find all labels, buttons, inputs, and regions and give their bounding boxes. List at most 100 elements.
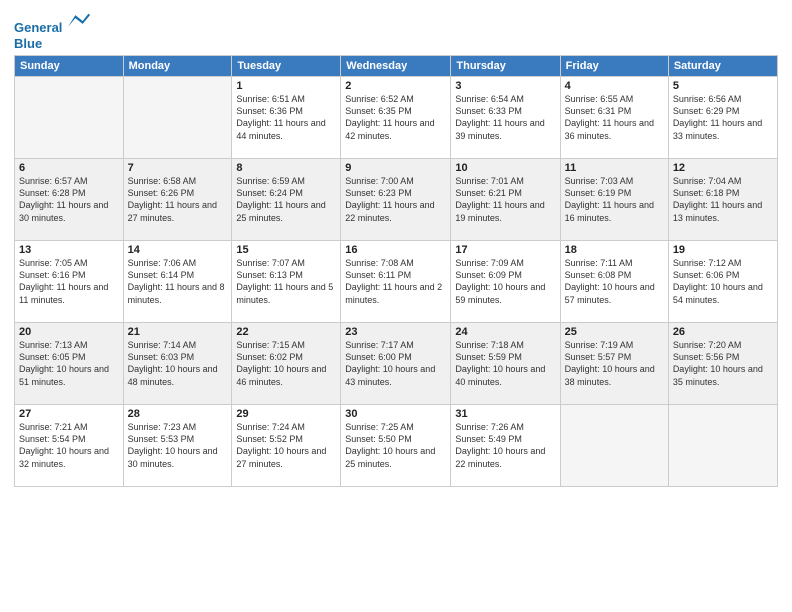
day-number: 31	[455, 408, 555, 420]
calendar-day-cell: 28Sunrise: 7:23 AMSunset: 5:53 PMDayligh…	[123, 405, 232, 487]
calendar-day-cell: 7Sunrise: 6:58 AMSunset: 6:26 PMDaylight…	[123, 159, 232, 241]
day-info: Sunrise: 7:14 AMSunset: 6:03 PMDaylight:…	[128, 339, 228, 388]
day-info: Sunrise: 7:13 AMSunset: 6:05 PMDaylight:…	[19, 339, 119, 388]
calendar-day-cell: 19Sunrise: 7:12 AMSunset: 6:06 PMDayligh…	[668, 241, 777, 323]
day-number: 23	[345, 326, 446, 338]
day-number: 8	[236, 162, 336, 174]
day-info: Sunrise: 6:58 AMSunset: 6:26 PMDaylight:…	[128, 175, 228, 224]
calendar-day-cell: 6Sunrise: 6:57 AMSunset: 6:28 PMDaylight…	[15, 159, 124, 241]
day-number: 27	[19, 408, 119, 420]
logo: General Blue	[14, 10, 90, 51]
calendar-day-cell: 27Sunrise: 7:21 AMSunset: 5:54 PMDayligh…	[15, 405, 124, 487]
day-number: 5	[673, 80, 773, 92]
day-info: Sunrise: 7:11 AMSunset: 6:08 PMDaylight:…	[565, 257, 664, 306]
weekday-header: Saturday	[668, 56, 777, 77]
calendar-day-cell: 8Sunrise: 6:59 AMSunset: 6:24 PMDaylight…	[232, 159, 341, 241]
day-number: 1	[236, 80, 336, 92]
weekday-header: Sunday	[15, 56, 124, 77]
day-info: Sunrise: 7:24 AMSunset: 5:52 PMDaylight:…	[236, 421, 336, 470]
calendar-day-cell	[123, 77, 232, 159]
calendar-week-row: 6Sunrise: 6:57 AMSunset: 6:28 PMDaylight…	[15, 159, 778, 241]
calendar-day-cell: 17Sunrise: 7:09 AMSunset: 6:09 PMDayligh…	[451, 241, 560, 323]
weekday-header: Thursday	[451, 56, 560, 77]
day-number: 26	[673, 326, 773, 338]
day-number: 15	[236, 244, 336, 256]
calendar-day-cell: 25Sunrise: 7:19 AMSunset: 5:57 PMDayligh…	[560, 323, 668, 405]
weekday-header: Tuesday	[232, 56, 341, 77]
calendar-week-row: 20Sunrise: 7:13 AMSunset: 6:05 PMDayligh…	[15, 323, 778, 405]
calendar-week-row: 1Sunrise: 6:51 AMSunset: 6:36 PMDaylight…	[15, 77, 778, 159]
day-info: Sunrise: 6:54 AMSunset: 6:33 PMDaylight:…	[455, 93, 555, 142]
calendar-day-cell: 10Sunrise: 7:01 AMSunset: 6:21 PMDayligh…	[451, 159, 560, 241]
logo-blue: Blue	[14, 36, 90, 52]
calendar-day-cell: 29Sunrise: 7:24 AMSunset: 5:52 PMDayligh…	[232, 405, 341, 487]
day-info: Sunrise: 7:04 AMSunset: 6:18 PMDaylight:…	[673, 175, 773, 224]
day-number: 4	[565, 80, 664, 92]
day-number: 6	[19, 162, 119, 174]
calendar-day-cell: 18Sunrise: 7:11 AMSunset: 6:08 PMDayligh…	[560, 241, 668, 323]
calendar-day-cell: 21Sunrise: 7:14 AMSunset: 6:03 PMDayligh…	[123, 323, 232, 405]
header: General Blue	[14, 10, 778, 51]
calendar-day-cell: 20Sunrise: 7:13 AMSunset: 6:05 PMDayligh…	[15, 323, 124, 405]
day-info: Sunrise: 7:18 AMSunset: 5:59 PMDaylight:…	[455, 339, 555, 388]
day-info: Sunrise: 6:55 AMSunset: 6:31 PMDaylight:…	[565, 93, 664, 142]
day-number: 28	[128, 408, 228, 420]
weekday-header: Friday	[560, 56, 668, 77]
calendar-day-cell: 2Sunrise: 6:52 AMSunset: 6:35 PMDaylight…	[341, 77, 451, 159]
calendar-day-cell: 16Sunrise: 7:08 AMSunset: 6:11 PMDayligh…	[341, 241, 451, 323]
calendar-day-cell: 31Sunrise: 7:26 AMSunset: 5:49 PMDayligh…	[451, 405, 560, 487]
calendar-day-cell: 4Sunrise: 6:55 AMSunset: 6:31 PMDaylight…	[560, 77, 668, 159]
day-info: Sunrise: 6:51 AMSunset: 6:36 PMDaylight:…	[236, 93, 336, 142]
day-number: 2	[345, 80, 446, 92]
day-number: 16	[345, 244, 446, 256]
day-info: Sunrise: 7:17 AMSunset: 6:00 PMDaylight:…	[345, 339, 446, 388]
day-info: Sunrise: 7:26 AMSunset: 5:49 PMDaylight:…	[455, 421, 555, 470]
calendar-day-cell: 3Sunrise: 6:54 AMSunset: 6:33 PMDaylight…	[451, 77, 560, 159]
day-info: Sunrise: 6:59 AMSunset: 6:24 PMDaylight:…	[236, 175, 336, 224]
day-info: Sunrise: 7:01 AMSunset: 6:21 PMDaylight:…	[455, 175, 555, 224]
day-info: Sunrise: 6:52 AMSunset: 6:35 PMDaylight:…	[345, 93, 446, 142]
day-number: 30	[345, 408, 446, 420]
day-number: 19	[673, 244, 773, 256]
calendar-day-cell: 9Sunrise: 7:00 AMSunset: 6:23 PMDaylight…	[341, 159, 451, 241]
day-number: 20	[19, 326, 119, 338]
day-info: Sunrise: 7:12 AMSunset: 6:06 PMDaylight:…	[673, 257, 773, 306]
day-info: Sunrise: 7:23 AMSunset: 5:53 PMDaylight:…	[128, 421, 228, 470]
day-number: 13	[19, 244, 119, 256]
calendar-day-cell: 23Sunrise: 7:17 AMSunset: 6:00 PMDayligh…	[341, 323, 451, 405]
calendar-day-cell	[560, 405, 668, 487]
calendar-day-cell: 14Sunrise: 7:06 AMSunset: 6:14 PMDayligh…	[123, 241, 232, 323]
calendar-day-cell: 12Sunrise: 7:04 AMSunset: 6:18 PMDayligh…	[668, 159, 777, 241]
calendar-day-cell: 24Sunrise: 7:18 AMSunset: 5:59 PMDayligh…	[451, 323, 560, 405]
weekday-header: Wednesday	[341, 56, 451, 77]
day-info: Sunrise: 7:00 AMSunset: 6:23 PMDaylight:…	[345, 175, 446, 224]
day-info: Sunrise: 7:19 AMSunset: 5:57 PMDaylight:…	[565, 339, 664, 388]
day-info: Sunrise: 7:09 AMSunset: 6:09 PMDaylight:…	[455, 257, 555, 306]
weekday-header: Monday	[123, 56, 232, 77]
day-number: 21	[128, 326, 228, 338]
calendar-day-cell: 30Sunrise: 7:25 AMSunset: 5:50 PMDayligh…	[341, 405, 451, 487]
day-info: Sunrise: 7:25 AMSunset: 5:50 PMDaylight:…	[345, 421, 446, 470]
calendar-week-row: 27Sunrise: 7:21 AMSunset: 5:54 PMDayligh…	[15, 405, 778, 487]
logo-icon	[68, 10, 90, 32]
calendar-day-cell: 15Sunrise: 7:07 AMSunset: 6:13 PMDayligh…	[232, 241, 341, 323]
day-info: Sunrise: 6:56 AMSunset: 6:29 PMDaylight:…	[673, 93, 773, 142]
calendar-day-cell: 1Sunrise: 6:51 AMSunset: 6:36 PMDaylight…	[232, 77, 341, 159]
calendar-day-cell: 11Sunrise: 7:03 AMSunset: 6:19 PMDayligh…	[560, 159, 668, 241]
calendar-day-cell	[668, 405, 777, 487]
day-info: Sunrise: 6:57 AMSunset: 6:28 PMDaylight:…	[19, 175, 119, 224]
day-info: Sunrise: 7:05 AMSunset: 6:16 PMDaylight:…	[19, 257, 119, 306]
day-info: Sunrise: 7:20 AMSunset: 5:56 PMDaylight:…	[673, 339, 773, 388]
calendar-week-row: 13Sunrise: 7:05 AMSunset: 6:16 PMDayligh…	[15, 241, 778, 323]
calendar-day-cell: 26Sunrise: 7:20 AMSunset: 5:56 PMDayligh…	[668, 323, 777, 405]
day-number: 18	[565, 244, 664, 256]
day-number: 24	[455, 326, 555, 338]
day-number: 14	[128, 244, 228, 256]
calendar-day-cell: 22Sunrise: 7:15 AMSunset: 6:02 PMDayligh…	[232, 323, 341, 405]
day-info: Sunrise: 7:21 AMSunset: 5:54 PMDaylight:…	[19, 421, 119, 470]
day-number: 11	[565, 162, 664, 174]
day-number: 9	[345, 162, 446, 174]
day-info: Sunrise: 7:15 AMSunset: 6:02 PMDaylight:…	[236, 339, 336, 388]
weekday-header-row: SundayMondayTuesdayWednesdayThursdayFrid…	[15, 56, 778, 77]
calendar-day-cell	[15, 77, 124, 159]
